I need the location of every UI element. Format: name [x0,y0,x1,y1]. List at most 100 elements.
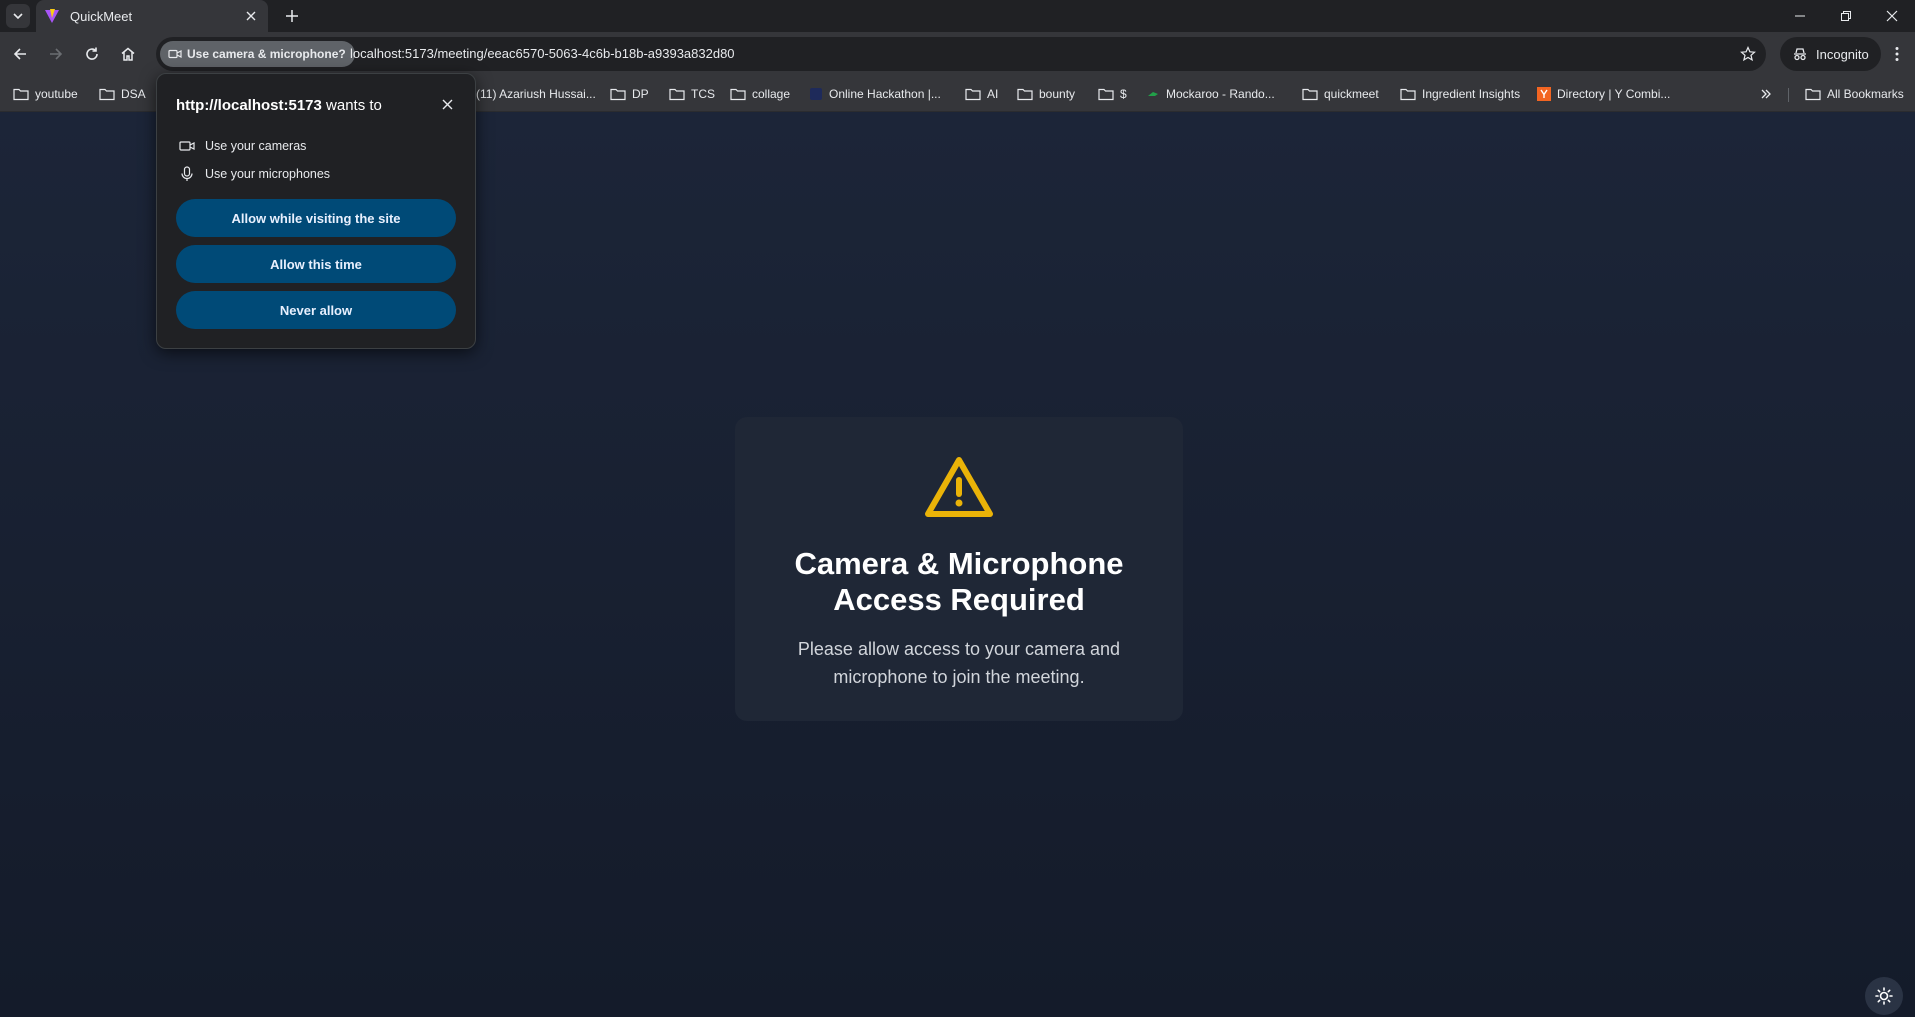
bookmarks-divider [1788,88,1789,102]
tab-search-button[interactable] [6,4,30,28]
bookmark-azariush[interactable]: (11) Azariush Hussai... [472,81,600,107]
permission-item-microphone: Use your microphones [179,164,330,184]
site-icon [810,88,822,100]
close-window-button[interactable] [1869,0,1915,32]
warning-triangle-icon [924,456,994,520]
bookmark-label: AI [987,87,999,101]
permission-item-label: Use your cameras [205,139,307,153]
bookmark-label: quickmeet [1324,87,1379,101]
folder-icon [99,88,115,101]
restore-button[interactable] [1823,0,1869,32]
allow-this-time-button[interactable]: Allow this time [176,245,456,283]
home-icon [121,47,135,61]
bookmark-quickmeet[interactable]: quickmeet [1298,81,1383,107]
more-vertical-icon [1895,47,1899,61]
bookmark-dsa[interactable]: DSA [95,81,150,107]
folder-icon [1017,88,1033,101]
folder-icon [669,88,685,101]
folder-icon [1302,88,1318,101]
url-text[interactable]: localhost:5173/meeting/eeac6570-5063-4c6… [350,46,735,61]
bookmark-ingredient-insights[interactable]: Ingredient Insights [1396,81,1524,107]
card-message: Please allow access to your camera and m… [797,639,1121,687]
chevron-down-icon [13,13,23,20]
minimize-icon [1795,15,1805,17]
browser-toolbar: Use camera & microphone? localhost:5173/… [0,32,1915,76]
microphone-icon [181,166,193,181]
folder-icon [965,88,981,101]
folder-icon [1805,88,1821,101]
more-bookmarks-button[interactable] [1754,81,1778,107]
vite-favicon-icon [44,8,60,24]
browser-menu-button[interactable] [1882,39,1912,69]
bookmark-ycombinator[interactable]: Directory | Y Combi... [1533,81,1674,107]
incognito-icon [1794,48,1806,61]
bookmark-collage[interactable]: collage [726,81,794,107]
reload-icon [86,47,98,60]
folder-icon [1098,88,1114,101]
permission-chip-label: Use camera & microphone? [187,47,346,61]
tab-strip: QuickMeet [0,0,1915,32]
back-button[interactable] [5,39,35,69]
close-icon [1886,10,1898,22]
bookmark-label: Mockaroo - Rando... [1166,87,1275,101]
bookmark-online-hackathon[interactable]: Online Hackathon |... [805,81,945,107]
bookmark-mockaroo[interactable]: Mockaroo - Rando... [1142,81,1279,107]
bookmark-bounty[interactable]: bounty [1013,81,1079,107]
all-bookmarks-label: All Bookmarks [1827,87,1904,101]
folder-icon [1400,88,1416,101]
popup-origin: http://localhost:5173 [176,97,322,114]
bookmark-youtube[interactable]: youtube [9,81,82,107]
reload-button[interactable] [77,39,107,69]
forward-button[interactable] [41,39,71,69]
permission-required-card: Camera & Microphone Access Required Plea… [735,417,1183,721]
bookmark-label: Online Hackathon |... [829,87,941,101]
bookmark-label: DP [632,87,649,101]
permission-chip[interactable]: Use camera & microphone? [160,41,355,67]
camera-icon [179,141,195,151]
card-title: Camera & Microphone Access Required [794,546,1124,617]
new-tab-button[interactable] [280,4,304,28]
arrow-right-icon [50,48,63,60]
sun-icon [1875,987,1893,1005]
star-icon [1740,46,1756,62]
permission-item-camera: Use your cameras [179,136,306,156]
arrow-left-icon [13,48,26,60]
popup-close-button[interactable] [437,94,457,114]
ycombinator-icon [1537,87,1551,101]
bookmark-dollar[interactable]: $ [1094,81,1131,107]
bookmark-ai[interactable]: AI [961,81,1002,107]
bookmark-label: Directory | Y Combi... [1557,87,1671,101]
camera-blocked-icon [168,49,182,59]
tab-quickmeet[interactable]: QuickMeet [36,0,268,32]
bookmark-label: (11) Azariush Hussai... [476,87,596,101]
restore-icon [1841,11,1851,21]
bookmark-label: youtube [35,87,78,101]
bookmark-label: Ingredient Insights [1422,87,1521,101]
folder-icon [730,88,746,101]
bookmark-label: TCS [691,87,715,101]
incognito-label: Incognito [1816,46,1869,62]
bookmark-dp[interactable]: DP [606,81,653,107]
window-controls [1777,0,1915,32]
never-allow-button[interactable]: Never allow [176,291,456,329]
minimize-button[interactable] [1777,0,1823,32]
allow-while-visiting-button[interactable]: Allow while visiting the site [176,199,456,237]
all-bookmarks-button[interactable]: All Bookmarks [1801,81,1908,107]
popup-title: http://localhost:5173 wants to [176,97,382,114]
bookmark-label: $ [1120,87,1127,101]
permission-popup: http://localhost:5173 wants to Use your … [156,73,476,349]
permission-item-label: Use your microphones [205,167,331,181]
bookmark-tcs[interactable]: TCS [665,81,719,107]
bookmark-label: collage [752,87,791,101]
mockaroo-icon [1148,92,1158,96]
close-tab-icon[interactable] [242,7,260,25]
double-chevron-right-icon [1761,89,1771,99]
theme-toggle-button[interactable] [1865,977,1903,1015]
address-bar[interactable]: Use camera & microphone? localhost:5173/… [156,37,1766,71]
popup-title-suffix: wants to [321,97,382,114]
bookmark-star-button[interactable] [1736,42,1760,66]
bookmark-label: bounty [1039,87,1076,101]
incognito-badge[interactable]: Incognito [1780,37,1881,71]
home-button[interactable] [113,39,143,69]
bookmark-label: DSA [121,87,146,101]
